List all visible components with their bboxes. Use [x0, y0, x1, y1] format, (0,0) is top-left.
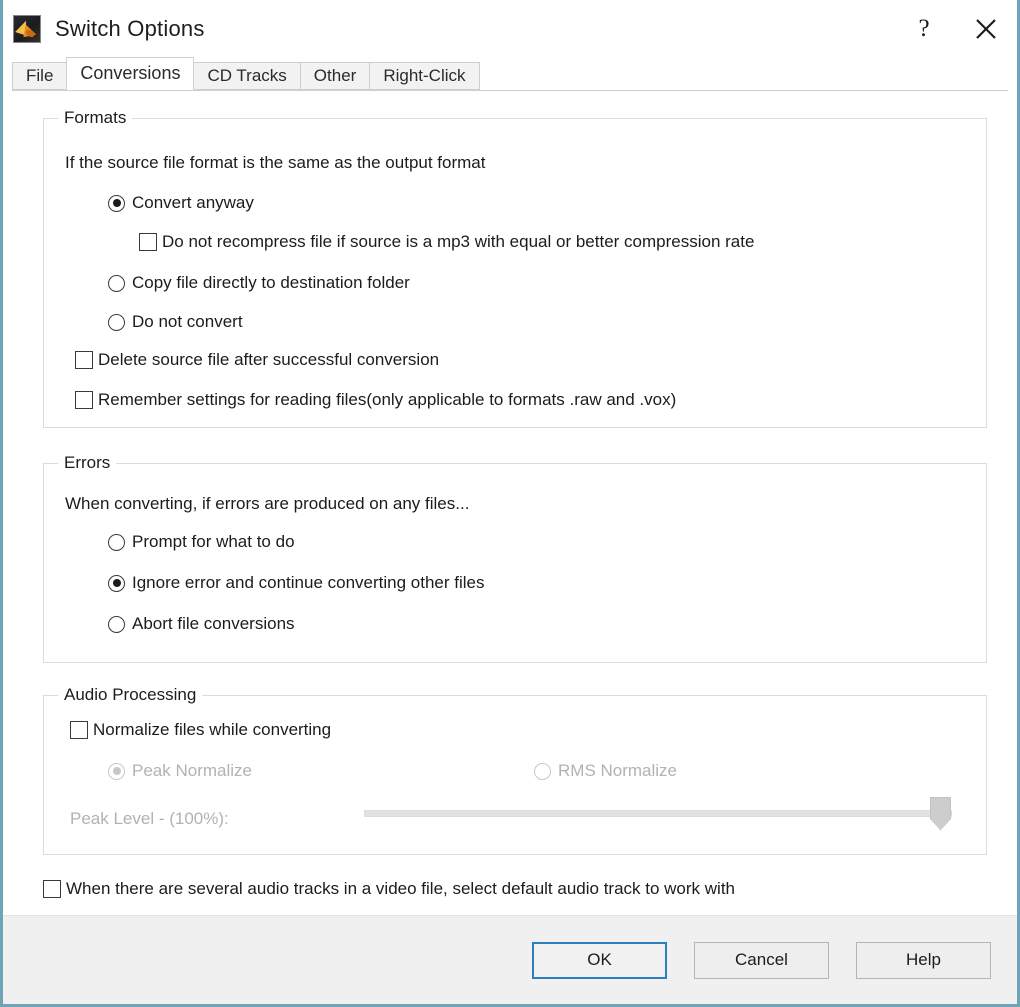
radio-ignore-error-label: Ignore error and continue converting oth…	[132, 573, 485, 592]
radio-ignore-error-indicator[interactable]	[108, 574, 125, 592]
ok-button-label: OK	[587, 950, 612, 969]
formats-group-legend: Formats	[58, 108, 133, 128]
checkbox-normalize-files-indicator[interactable]	[70, 721, 88, 739]
peak-level-slider-track[interactable]	[364, 796, 952, 831]
tab-bar: File Conversions CD Tracks Other Right-C…	[12, 57, 1017, 90]
switch-options-dialog: Switch Options ? File Conversions CD Tra…	[0, 0, 1020, 1007]
checkbox-default-audio-track[interactable]: When there are several audio tracks in a…	[43, 879, 735, 899]
checkbox-default-audio-track-indicator[interactable]	[43, 880, 61, 898]
tab-file-label: File	[26, 66, 54, 85]
radio-peak-normalize-label: Peak Normalize	[132, 761, 252, 780]
radio-do-not-convert-indicator[interactable]	[108, 313, 125, 331]
errors-group: Errors When converting, if errors are pr…	[43, 453, 987, 663]
tab-conversions-label: Conversions	[80, 63, 181, 83]
tab-cd-tracks[interactable]: CD Tracks	[193, 62, 301, 90]
formats-group: Formats If the source file format is the…	[43, 108, 987, 428]
checkbox-default-audio-track-label: When there are several audio tracks in a…	[66, 879, 736, 898]
help-dialog-button[interactable]: Help	[856, 941, 991, 979]
checkbox-remember-settings-label: Remember settings for reading files(only…	[98, 390, 677, 409]
window-controls: ?	[893, 0, 1017, 57]
checkbox-remember-settings[interactable]: Remember settings for reading files(only…	[75, 390, 676, 410]
radio-abort-conversions-indicator[interactable]	[108, 615, 125, 633]
tab-file[interactable]: File	[12, 62, 68, 90]
errors-description-row: When converting, if errors are produced …	[65, 494, 469, 514]
ok-button[interactable]: OK	[532, 941, 667, 979]
switch-app-icon	[13, 14, 41, 43]
radio-do-not-convert-label: Do not convert	[132, 312, 243, 331]
tab-other[interactable]: Other	[299, 62, 371, 90]
radio-abort-conversions[interactable]: Abort file conversions	[108, 614, 295, 634]
radio-copy-directly[interactable]: Copy file directly to destination folder	[108, 273, 410, 293]
checkbox-no-recompress[interactable]: Do not recompress file if source is a mp…	[139, 232, 754, 252]
radio-abort-conversions-label: Abort file conversions	[132, 614, 295, 633]
checkbox-no-recompress-indicator[interactable]	[139, 233, 157, 251]
formats-description-row: If the source file format is the same as…	[65, 153, 485, 173]
checkbox-remember-settings-indicator[interactable]	[75, 391, 93, 409]
close-button[interactable]	[955, 6, 1017, 51]
radio-do-not-convert[interactable]: Do not convert	[108, 312, 243, 332]
radio-copy-directly-indicator[interactable]	[108, 274, 125, 292]
radio-convert-anyway-label: Convert anyway	[132, 193, 254, 212]
radio-copy-directly-label: Copy file directly to destination folder	[132, 273, 410, 292]
peak-level-slider[interactable]	[364, 796, 952, 831]
title-bar: Switch Options ?	[3, 0, 1017, 57]
conversions-tab-panel: Formats If the source file format is the…	[12, 90, 1008, 946]
checkbox-delete-source-label: Delete source file after successful conv…	[98, 350, 440, 369]
cancel-button[interactable]: Cancel	[694, 941, 829, 979]
peak-level-label-row: Peak Level - (100%):	[70, 809, 229, 829]
audio-processing-group-legend: Audio Processing	[58, 685, 203, 705]
formats-description: If the source file format is the same as…	[65, 153, 486, 172]
window-title: Switch Options	[55, 15, 205, 41]
checkbox-delete-source[interactable]: Delete source file after successful conv…	[75, 350, 439, 370]
radio-ignore-error[interactable]: Ignore error and continue converting oth…	[108, 573, 484, 593]
tab-right-click-label: Right-Click	[383, 66, 466, 85]
radio-prompt-for-what-to-do-indicator[interactable]	[108, 533, 125, 551]
peak-level-label: Peak Level - (100%):	[70, 809, 229, 828]
cancel-button-label: Cancel	[735, 950, 788, 969]
radio-convert-anyway[interactable]: Convert anyway	[108, 193, 254, 213]
checkbox-normalize-files[interactable]: Normalize files while converting	[70, 720, 331, 740]
checkbox-no-recompress-label: Do not recompress file if source is a mp…	[162, 232, 755, 251]
help-dialog-button-label: Help	[906, 950, 941, 969]
close-icon	[976, 18, 996, 39]
radio-prompt-for-what-to-do-label: Prompt for what to do	[132, 532, 295, 551]
radio-peak-normalize-indicator[interactable]	[108, 762, 125, 780]
tab-right-click[interactable]: Right-Click	[369, 62, 480, 90]
radio-peak-normalize[interactable]: Peak Normalize	[108, 761, 252, 781]
audio-processing-group: Audio Processing Normalize files while c…	[43, 685, 987, 855]
tab-conversions[interactable]: Conversions	[66, 57, 195, 90]
errors-description: When converting, if errors are produced …	[65, 494, 470, 513]
errors-group-legend: Errors	[58, 453, 117, 473]
dialog-button-bar: OK Cancel Help	[3, 915, 1017, 1004]
help-button[interactable]: ?	[893, 6, 955, 51]
question-mark-icon: ?	[918, 15, 930, 42]
checkbox-delete-source-indicator[interactable]	[75, 351, 93, 369]
radio-rms-normalize-label: RMS Normalize	[558, 761, 678, 780]
radio-prompt-for-what-to-do[interactable]: Prompt for what to do	[108, 532, 295, 552]
checkbox-normalize-files-label: Normalize files while converting	[93, 720, 332, 739]
radio-rms-normalize[interactable]: RMS Normalize	[534, 761, 677, 781]
radio-rms-normalize-indicator[interactable]	[534, 762, 551, 780]
peak-level-slider-thumb[interactable]	[930, 796, 951, 831]
radio-convert-anyway-indicator[interactable]	[108, 194, 125, 212]
tab-other-label: Other	[313, 66, 357, 85]
tab-cd-tracks-label: CD Tracks	[207, 66, 287, 85]
